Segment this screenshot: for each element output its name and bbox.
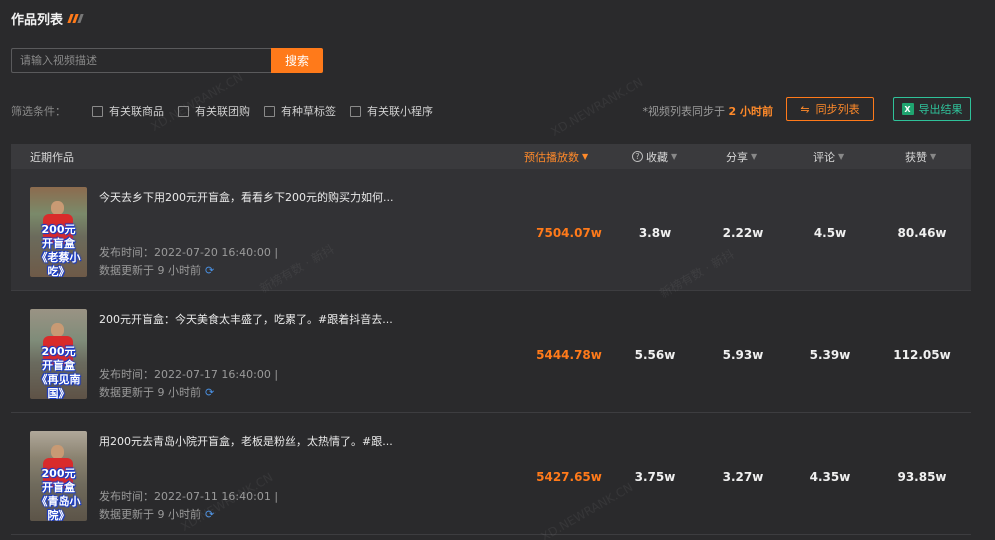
col-comments-label: 评论 <box>813 150 835 164</box>
title-decoration-icon <box>67 14 84 23</box>
refresh-icon[interactable]: ⟳ <box>205 508 214 521</box>
sync-status: *视频列表同步于 2 小时前 <box>643 103 773 119</box>
col-favorites-label: 收藏 <box>646 150 668 164</box>
plays-value: 5427.65w <box>536 470 602 484</box>
sync-note-time: 2 小时前 <box>728 105 773 118</box>
page-header: 作品列表 <box>11 9 84 28</box>
sort-icon: ▼ <box>838 152 845 161</box>
filter-row: 筛选条件： 有关联商品 有关联团购 有种草标签 有关联小程序 *视频列表同步于 … <box>11 97 971 121</box>
comments-value: 5.39w <box>809 348 851 362</box>
col-shares-label: 分享 <box>726 150 748 164</box>
shares-value: 2.22w <box>722 226 764 240</box>
thumbnail-caption: 200元 开盲盒 《再见南国》 <box>36 345 81 399</box>
video-thumbnail[interactable]: 200元 开盲盒 《青岛小院》 <box>30 431 87 521</box>
filter-related-group-buy[interactable]: 有关联团购 <box>178 103 250 119</box>
checkbox-icon[interactable] <box>264 105 275 117</box>
video-thumbnail[interactable]: 200元 开盲盒 《老蔡小吃》 <box>30 187 87 277</box>
filter-option-label: 有关联商品 <box>109 105 164 118</box>
search-bar: 搜索 <box>11 48 323 73</box>
publish-time: 发布时间：2022-07-20 16:40:00 | <box>99 246 279 259</box>
table-row[interactable]: 200元 开盲盒 《青岛小院》 用200元去青岛小院开盲盒，老板是粉丝，太热情了… <box>11 413 971 535</box>
favorites-value: 5.56w <box>634 348 676 362</box>
sync-list-button[interactable]: ⇋ 同步列表 <box>786 97 874 121</box>
sync-icon: ⇋ <box>800 102 810 116</box>
likes-value: 112.05w <box>893 348 951 362</box>
thumbnail-person-head <box>51 445 64 459</box>
filter-mini-program[interactable]: 有关联小程序 <box>350 103 433 119</box>
shares-value: 5.93w <box>722 348 764 362</box>
col-favorites-sort[interactable]: ? 收藏 ▼ <box>632 149 677 165</box>
col-works: 近期作品 <box>30 149 74 165</box>
checkbox-icon[interactable] <box>92 105 103 117</box>
plays-value: 5444.78w <box>536 348 602 362</box>
table-row[interactable]: 200元 开盲盒 《老蔡小吃》 今天去乡下用200元开盲盒，看看乡下200元的购… <box>11 169 971 291</box>
data-updated: 数据更新于 9 小时前 ⟳ <box>99 385 215 400</box>
data-updated: 数据更新于 9 小时前 ⟳ <box>99 507 215 522</box>
filter-related-products[interactable]: 有关联商品 <box>92 103 164 119</box>
refresh-icon[interactable]: ⟳ <box>205 386 214 399</box>
works-table: 近期作品 预估播放数 ▼ ? 收藏 ▼ 分享 ▼ 评论 ▼ 获赞 ▼ 200元 开盲盒 《老… <box>11 144 971 535</box>
search-input[interactable] <box>11 48 271 73</box>
favorites-value: 3.75w <box>634 470 676 484</box>
likes-value: 80.46w <box>897 226 947 240</box>
filter-seeding-tag[interactable]: 有种草标签 <box>264 103 336 119</box>
sync-note-prefix: *视频列表同步于 <box>642 105 726 118</box>
video-title[interactable]: 200元开盲盒：今天美食太丰盛了，吃累了。#跟着抖音去... <box>99 311 393 327</box>
checkbox-icon[interactable] <box>178 105 189 117</box>
table-header: 近期作品 预估播放数 ▼ ? 收藏 ▼ 分享 ▼ 评论 ▼ 获赞 ▼ <box>11 144 971 169</box>
filter-option-label: 有种草标签 <box>281 105 336 118</box>
col-comments-sort[interactable]: 评论 ▼ <box>813 149 844 165</box>
export-button[interactable]: X 导出结果 <box>893 97 971 121</box>
filter-option-label: 有关联团购 <box>195 105 250 118</box>
col-likes-sort[interactable]: 获赞 ▼ <box>905 149 936 165</box>
export-button-label: 导出结果 <box>918 103 963 116</box>
likes-value: 93.85w <box>897 470 947 484</box>
sort-desc-icon: ▼ <box>582 152 589 161</box>
thumbnail-person-head <box>51 323 64 337</box>
col-plays-sort[interactable]: 预估播放数 ▼ <box>524 149 588 165</box>
sort-icon: ▼ <box>751 152 758 161</box>
publish-time: 发布时间：2022-07-17 16:40:00 | <box>99 368 279 381</box>
filter-label: 筛选条件： <box>11 105 66 118</box>
col-likes-label: 获赞 <box>905 150 927 164</box>
search-button[interactable]: 搜索 <box>271 48 323 73</box>
video-thumbnail[interactable]: 200元 开盲盒 《再见南国》 <box>30 309 87 399</box>
shares-value: 3.27w <box>722 470 764 484</box>
plays-value: 7504.07w <box>536 226 602 240</box>
table-row[interactable]: 200元 开盲盒 《再见南国》 200元开盲盒：今天美食太丰盛了，吃累了。#跟着… <box>11 291 971 413</box>
col-plays-label: 预估播放数 <box>524 150 579 164</box>
page-title: 作品列表 <box>11 13 64 28</box>
excel-icon: X <box>901 103 914 115</box>
checkbox-icon[interactable] <box>350 105 361 117</box>
help-icon[interactable]: ? <box>632 151 643 162</box>
publish-time: 发布时间：2022-07-11 16:40:01 | <box>99 490 279 503</box>
sort-icon: ▼ <box>671 152 678 161</box>
thumbnail-caption: 200元 开盲盒 《青岛小院》 <box>36 467 81 521</box>
video-title[interactable]: 用200元去青岛小院开盲盒，老板是粉丝，太热情了。#跟... <box>99 433 393 449</box>
comments-value: 4.35w <box>809 470 851 484</box>
thumbnail-person-head <box>51 201 64 215</box>
filter-option-label: 有关联小程序 <box>367 105 433 118</box>
refresh-icon[interactable]: ⟳ <box>205 264 214 277</box>
sort-icon: ▼ <box>930 152 937 161</box>
sync-button-label: 同步列表 <box>815 103 860 116</box>
video-title[interactable]: 今天去乡下用200元开盲盒，看看乡下200元的购买力如何... <box>99 189 393 205</box>
col-works-label: 近期作品 <box>30 150 74 164</box>
col-shares-sort[interactable]: 分享 ▼ <box>726 149 757 165</box>
data-updated: 数据更新于 9 小时前 ⟳ <box>99 263 215 278</box>
favorites-value: 3.8w <box>638 226 672 240</box>
comments-value: 4.5w <box>813 226 847 240</box>
thumbnail-caption: 200元 开盲盒 《老蔡小吃》 <box>36 223 81 277</box>
